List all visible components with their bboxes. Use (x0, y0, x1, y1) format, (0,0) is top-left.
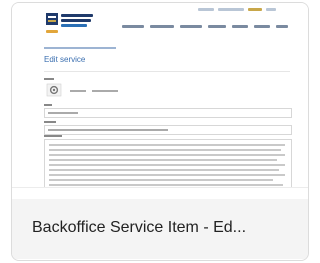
utility-link-active[interactable] (248, 8, 262, 11)
nav-item[interactable] (254, 25, 270, 28)
field-label (44, 78, 54, 80)
logo-tagline-line (46, 30, 58, 33)
text-line (49, 184, 283, 186)
card-title: Backoffice Service Item - Ed... (32, 219, 247, 236)
settings-cog-icon[interactable] (46, 83, 62, 97)
logo-wordmark-line (61, 24, 87, 27)
nav-item[interactable] (180, 25, 202, 28)
utility-link[interactable] (198, 8, 214, 11)
name-field[interactable] (44, 108, 292, 118)
nav-item[interactable] (122, 25, 144, 28)
text-line (49, 179, 273, 181)
subtitle-field[interactable] (44, 125, 292, 135)
divider (12, 187, 308, 188)
field-label (44, 104, 52, 106)
field-label (44, 121, 56, 123)
divider (44, 71, 290, 72)
nav-item[interactable] (232, 25, 248, 28)
icon-filename (70, 90, 86, 92)
text-line (49, 174, 285, 176)
text-line (49, 159, 277, 161)
text-line (49, 144, 285, 146)
field-label (44, 135, 62, 137)
text-line (49, 154, 285, 156)
utility-link[interactable] (266, 8, 276, 11)
thumbnail-card[interactable]: Edit service Backoffice Service Item - E… (11, 2, 309, 261)
name-field-value (48, 112, 78, 114)
page-thumbnail[interactable]: Edit service (12, 3, 308, 187)
description-textarea[interactable] (44, 139, 292, 187)
icon-remove-link[interactable] (92, 90, 118, 92)
nav-item[interactable] (150, 25, 174, 28)
nav-item[interactable] (276, 25, 288, 28)
logo-wordmark-line (61, 19, 91, 22)
utility-link[interactable] (218, 8, 244, 11)
utility-bar (12, 5, 308, 11)
subtitle-field-value (48, 129, 168, 131)
card-caption[interactable]: Backoffice Service Item - Ed... (12, 199, 308, 259)
text-line (49, 169, 279, 171)
site-logo[interactable] (46, 13, 96, 37)
logo-icon (46, 13, 58, 25)
page-title: Edit service (44, 55, 86, 64)
text-line (49, 149, 281, 151)
logo-wordmark-line (61, 14, 93, 17)
breadcrumb[interactable] (44, 47, 116, 49)
nav-item[interactable] (208, 25, 226, 28)
text-line (49, 164, 285, 166)
